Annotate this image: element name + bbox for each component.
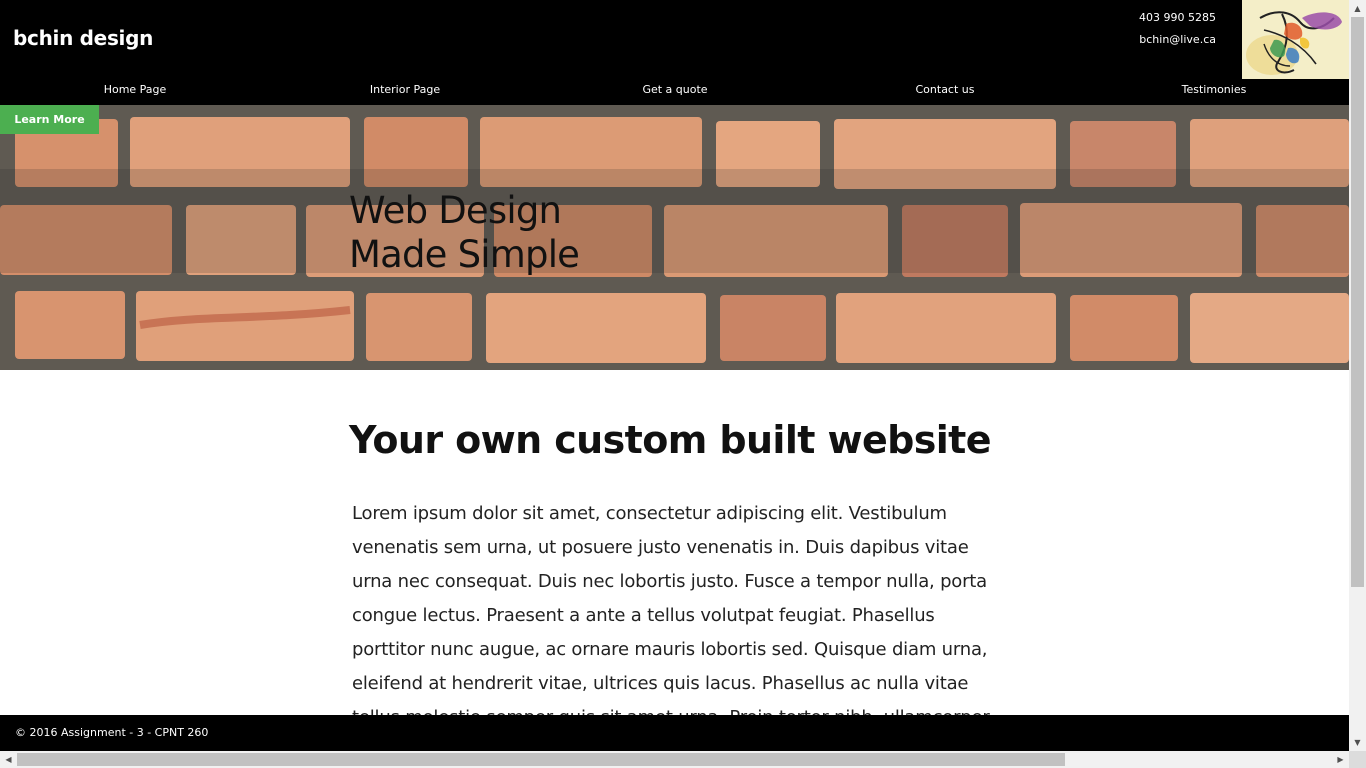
hero-title-line2: Made Simple [349,233,580,276]
arrow-down-icon[interactable]: ▼ [1349,734,1366,751]
nav-item-quote[interactable]: Get a quote [605,83,745,96]
scrollbar-corner [1349,751,1366,768]
hero-overlay [0,169,1349,273]
nav-item-home[interactable]: Home Page [65,83,205,96]
section-paragraph: Lorem ipsum dolor sit amet, consectetur … [352,503,990,751]
arrow-up-icon[interactable]: ▲ [1349,0,1366,17]
learn-more-button[interactable]: Learn More [0,105,99,134]
site-footer: © 2016 Assignment - 3 - CPNT 260 [0,715,1349,751]
hero-title-line1: Web Design [349,189,562,232]
hero-banner: Web Design Made Simple [0,105,1349,370]
vertical-scroll-thumb[interactable] [1351,17,1364,587]
footer-copyright: © 2016 Assignment - 3 - CPNT 260 [15,726,209,739]
nav-item-testimonies[interactable]: Testimonies [1144,83,1284,96]
nav-item-contact[interactable]: Contact us [875,83,1015,96]
nav-item-interior[interactable]: Interior Page [335,83,475,96]
page-viewport: bchin design 403 990 5285 bchin@live.ca … [0,0,1349,751]
arrow-right-icon[interactable]: ▶ [1332,751,1349,768]
site-header: bchin design 403 990 5285 bchin@live.ca … [0,0,1349,105]
horizontal-scroll-thumb[interactable] [17,753,1065,766]
contact-phone: 403 990 5285 [1139,11,1216,24]
arrow-left-icon[interactable]: ◀ [0,751,17,768]
section-title: Your own custom built website [349,418,992,462]
logo-graphic [1242,0,1349,79]
vertical-scrollbar[interactable]: ▲ ▼ [1349,0,1366,751]
brand-name[interactable]: bchin design [13,26,153,50]
main-navigation: Home Page Interior Page Get a quote Cont… [0,83,1349,103]
horizontal-scrollbar[interactable]: ◀ ▶ [0,751,1349,768]
site-logo[interactable] [1242,0,1349,79]
contact-email[interactable]: bchin@live.ca [1139,33,1216,46]
hero-title: Web Design Made Simple [349,189,580,277]
